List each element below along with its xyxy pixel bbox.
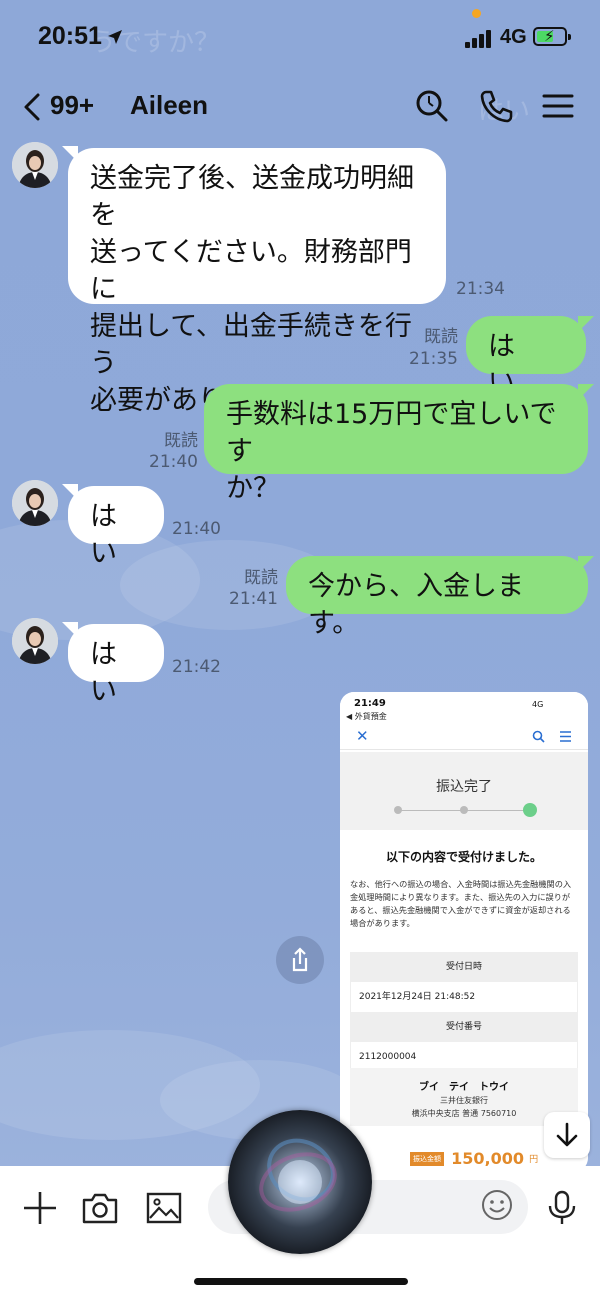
read-receipt: 既読 [244, 568, 278, 588]
screenshot-nav [340, 720, 588, 750]
location-arrow-icon [108, 30, 122, 44]
image-message-bank-transfer-screenshot[interactable]: 21:49 ◀ 外貨預金 4G ✕ 振込完了 以下の内容で受付けました。 なお、… [340, 692, 588, 1172]
network-type: 4G [500, 26, 527, 48]
amount-label: 振込金額 [410, 1151, 444, 1166]
screenshot-network: 4G [532, 700, 544, 709]
message-bubble-outgoing[interactable]: 手数料は15万円で宜しいです か？ [204, 384, 588, 504]
back-chevron-icon[interactable] [22, 92, 42, 122]
screenshot-time: 21:49 [354, 698, 386, 709]
message-bubble-outgoing[interactable]: はい。 [466, 316, 586, 399]
message-time: 21:40 [172, 519, 221, 539]
step-dot [394, 806, 402, 814]
message-line: 送金完了後、送金成功明細を [90, 163, 414, 231]
siri-orb-icon [228, 1110, 372, 1254]
status-time: 20:51 [38, 22, 102, 50]
message-time: 21:34 [456, 279, 505, 299]
unread-count[interactable]: 99+ [50, 90, 94, 121]
share-icon [292, 947, 308, 972]
share-button[interactable] [276, 936, 324, 984]
message-line: はい [90, 639, 117, 707]
amount-unit: 円 [529, 1155, 539, 1165]
recipient-bank: 三井住友銀行 [440, 1096, 488, 1105]
contact-avatar[interactable] [12, 142, 58, 188]
arrow-down-icon [556, 1122, 578, 1147]
plus-icon[interactable] [20, 1188, 60, 1228]
status-bar: 20:51 4G ⚡ [0, 0, 600, 76]
microphone-icon[interactable] [542, 1188, 582, 1228]
read-receipt: 既読 [164, 431, 198, 451]
message-time: 21:35 [409, 349, 458, 369]
close-icon: ✕ [356, 727, 369, 745]
table-header: 受付番号 [350, 1012, 578, 1042]
contact-avatar[interactable] [12, 480, 58, 526]
step-complete-check-icon [523, 803, 537, 817]
screenshot-paragraph: なお、他行への振込の場合、入金時間は振込先金融機関の入金処理時間により異なります… [350, 879, 572, 928]
bubble-tail [578, 556, 594, 572]
search-icon[interactable] [414, 88, 450, 124]
menu-icon [560, 731, 571, 742]
chat-screen: うですか？ はい 20:51 4G ⚡ 99+ Aileen 送金完了後、送金成… [0, 0, 600, 1298]
message-time: 21:40 [149, 452, 198, 472]
home-indicator[interactable] [194, 1278, 408, 1285]
message-time: 21:41 [229, 589, 278, 609]
step-dot [460, 806, 468, 814]
message-line: 今から、入金します。 [308, 571, 524, 639]
table-header: 受付日時 [350, 952, 578, 982]
read-receipt: 既読 [424, 327, 458, 347]
step-title: 振込完了 [436, 779, 492, 795]
privacy-indicator-dot [472, 9, 481, 18]
message-time: 21:42 [172, 657, 221, 677]
search-icon [532, 730, 545, 743]
chat-title[interactable]: Aileen [130, 90, 208, 121]
emoji-icon[interactable] [480, 1188, 514, 1222]
message-bubble-outgoing[interactable]: 今から、入金します。 [286, 556, 588, 639]
cellular-signal-icon [465, 28, 495, 48]
amount-row: 振込金額 150,000 円 [410, 1148, 538, 1168]
image-gallery-icon[interactable] [144, 1188, 184, 1228]
battery-icon: ⚡ [533, 27, 571, 46]
message-bubble-incoming[interactable]: はい [68, 624, 164, 707]
message-line: 提出して、出金手続きを行う [90, 311, 412, 379]
camera-icon[interactable] [80, 1188, 120, 1228]
screenshot-heading: 以下の内容で受付けました。 [385, 850, 542, 864]
scroll-to-bottom-button[interactable] [544, 1112, 590, 1158]
message-line: 手数料は15万円で宜しいです [226, 399, 557, 467]
message-line: か？ [226, 473, 280, 504]
contact-avatar[interactable] [12, 618, 58, 664]
message-bubble-incoming[interactable]: 送金完了後、送金成功明細を 送ってください。財務部門に 提出して、出金手続きを行… [68, 148, 446, 416]
message-line: はい [90, 501, 117, 569]
recipient-name: ブイ テイ トウイ [419, 1082, 509, 1093]
phone-call-icon[interactable] [478, 88, 514, 124]
screenshot-details-table: 受付日時 2021年12月24日 21:48:52 受付番号 211200000… [350, 952, 578, 1072]
message-line: 送ってください。財務部門に [90, 237, 412, 305]
menu-icon[interactable] [540, 88, 576, 124]
message-bubble-incoming[interactable]: はい [68, 486, 164, 569]
table-cell: 2021年12月24日 21:48:52 [350, 982, 578, 1012]
